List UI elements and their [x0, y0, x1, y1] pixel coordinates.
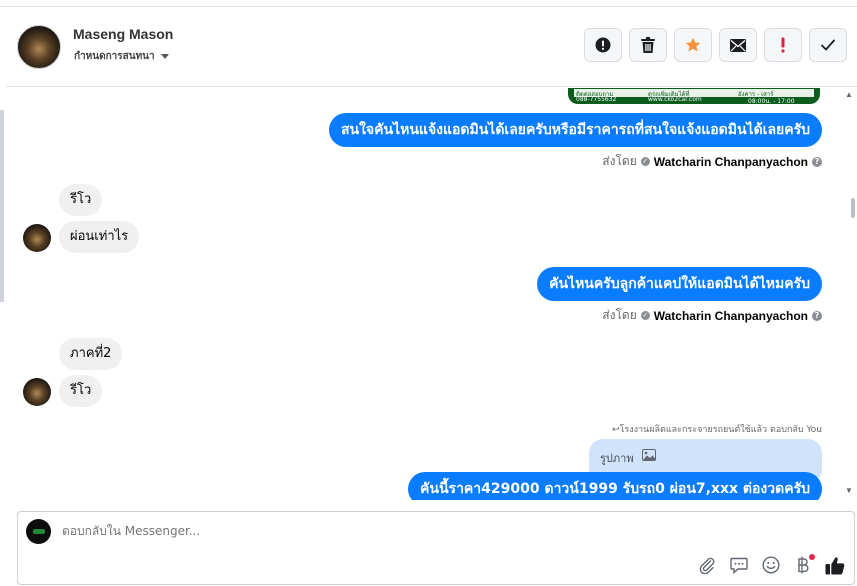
baht-icon — [798, 556, 809, 574]
check-circle-icon: ✓ — [640, 311, 650, 320]
image-text: www.cko2car.com — [648, 96, 702, 103]
check-icon — [821, 39, 835, 51]
exclamation-icon — [781, 37, 785, 53]
notification-dot — [809, 554, 815, 560]
check-circle-icon: ✓ — [640, 157, 650, 166]
speech-bubble-icon — [730, 557, 748, 574]
help-icon[interactable]: ? — [812, 310, 822, 321]
mark-unread-button[interactable] — [719, 28, 757, 62]
reply-context: ↩โรงงานผลิตและกระจายรถยนต์ใช้แล้ว ตอบกลั… — [611, 425, 822, 435]
alert-circle-icon — [595, 37, 611, 53]
help-icon[interactable]: ? — [812, 156, 822, 167]
image-text: 088-7755632 — [576, 96, 617, 103]
trash-icon — [641, 37, 655, 53]
delete-button[interactable] — [629, 28, 667, 62]
sent-by-row: ส่งโดย ✓ Watcharin Chanpanyachon ? — [602, 152, 822, 171]
attach-button[interactable] — [696, 554, 718, 576]
envelope-icon — [730, 38, 746, 52]
composer — [17, 511, 855, 585]
sent-by-label: ส่งโดย — [602, 308, 637, 322]
sent-by-label: ส่งโดย — [602, 154, 637, 168]
sender-name: Watcharin Chanpanyachon — [653, 308, 808, 323]
smiley-icon — [762, 556, 780, 574]
thumbs-up-icon — [825, 556, 845, 574]
contact-name[interactable]: Maseng Mason — [73, 26, 173, 42]
like-button[interactable] — [824, 554, 846, 576]
incoming-message[interactable]: รีโว — [59, 375, 103, 407]
sender-name: Watcharin Chanpanyachon — [653, 154, 808, 169]
payment-button[interactable] — [792, 554, 815, 576]
header-actions — [584, 28, 847, 62]
contact-avatar[interactable] — [17, 25, 61, 69]
image-icon — [641, 449, 656, 461]
outgoing-message[interactable]: สนใจคันไหนแจ้งแอดมินได้เลยครับหรือมีราคา… — [328, 113, 822, 147]
conversation-panel: Maseng Mason กำหนดการสนทนา ติดต่อสอบถาม … — [0, 0, 857, 586]
image-text: 08:00น. - 17:00 — [748, 98, 795, 104]
reply-quote-text: รูปภาพ — [600, 452, 634, 465]
scrollbar-thumb[interactable] — [851, 198, 855, 218]
paperclip-icon — [699, 557, 715, 574]
caret-down-icon — [160, 54, 169, 59]
saved-replies-button[interactable] — [728, 554, 750, 576]
scroll-down-arrow-icon[interactable]: ▼ — [845, 486, 853, 495]
message-list[interactable]: ติดต่อสอบถาม ดูรถเพิ่มเติมได้ที่ อังคาร … — [6, 88, 851, 500]
emoji-button[interactable] — [760, 554, 782, 576]
assign-conversation-label: กำหนดการสนทนา — [74, 51, 155, 62]
shared-image[interactable]: ติดต่อสอบถาม ดูรถเพิ่มเติมได้ที่ อังคาร … — [568, 88, 820, 104]
scroll-up-arrow-icon[interactable]: ▲ — [845, 90, 853, 99]
contact-avatar-small — [23, 224, 51, 252]
outgoing-message[interactable]: คันไหนครับลูกค้าแคปให้แอดมินได้ไหมครับ — [537, 267, 822, 301]
incoming-message[interactable]: ผ่อนเท่าไร — [59, 221, 140, 253]
assign-conversation-dropdown[interactable]: กำหนดการสนทนา — [74, 49, 169, 64]
incoming-message[interactable]: ภาคที่2 — [59, 338, 123, 370]
outgoing-message[interactable]: คันนี้ราคา429000 ดาวน์1999 รับรถ0 ผ่อน7,… — [408, 472, 822, 500]
mark-spam-button[interactable] — [584, 28, 622, 62]
message-input[interactable] — [62, 524, 662, 538]
contact-avatar-small — [23, 378, 51, 406]
conversation-header: Maseng Mason กำหนดการสนทนา — [6, 7, 857, 87]
page-avatar — [26, 519, 51, 544]
composer-tools — [696, 554, 846, 576]
star-button[interactable] — [674, 28, 712, 62]
done-button[interactable] — [809, 28, 847, 62]
incoming-message[interactable]: รีโว — [59, 184, 103, 216]
follow-up-button[interactable] — [764, 28, 802, 62]
sent-by-row: ส่งโดย ✓ Watcharin Chanpanyachon ? — [602, 306, 822, 325]
left-scrollbar[interactable] — [0, 110, 4, 302]
star-icon — [685, 37, 701, 52]
